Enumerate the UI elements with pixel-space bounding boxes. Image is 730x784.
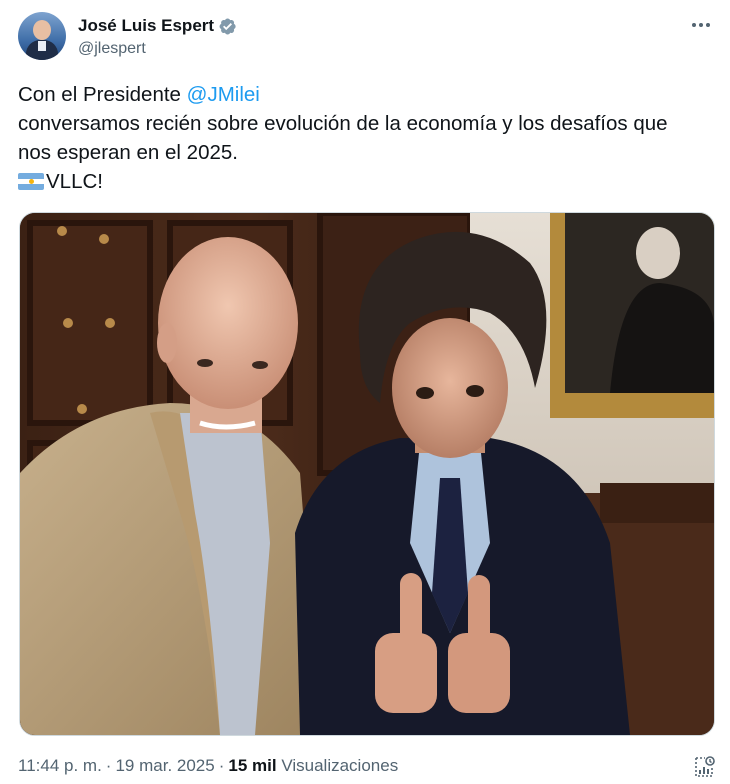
tweet-text: Con el Presidente @JMilei conversamos re… (18, 80, 718, 196)
mention-link[interactable]: @JMilei (187, 83, 260, 106)
photo-illustration (20, 213, 714, 735)
views-count: 15 mil (228, 756, 277, 775)
tweet-line-1-text: Con el Presidente (18, 83, 187, 106)
author-name-row: José Luis Espert (78, 16, 237, 36)
tweet-meta: 11:44 p. m. · 19 mar. 2025 · 15 mil Visualiz… (18, 756, 398, 776)
tweet-time[interactable]: 11:44 p. m. (18, 756, 102, 775)
more-options-icon[interactable] (686, 14, 716, 36)
tweet-line-4: VLLC! (18, 167, 718, 196)
argentina-flag-icon (18, 173, 44, 190)
meta-separator: · (105, 756, 112, 775)
tweet-line-3: nos esperan en el 2025. (18, 141, 238, 164)
views-label: Visualizaciones (281, 756, 399, 775)
tweet-line-2: conversamos recién sobre evolución de la… (18, 112, 668, 135)
verified-badge-icon[interactable] (218, 17, 237, 36)
tweet-photo[interactable] (19, 212, 715, 736)
avatar[interactable] (18, 12, 66, 60)
author-display-name[interactable]: José Luis Espert (78, 16, 214, 36)
meta-separator: · (218, 756, 225, 775)
tweet-date[interactable]: 19 mar. 2025 (115, 756, 214, 775)
tweet-header: José Luis Espert @jlespert (18, 10, 716, 66)
tweet-line-1: Con el Presidente @JMilei (18, 80, 718, 109)
tweet-line-4-text: VLLC! (46, 170, 103, 193)
post-analytics-icon[interactable] (692, 755, 716, 779)
author-handle[interactable]: @jlespert (78, 40, 146, 58)
